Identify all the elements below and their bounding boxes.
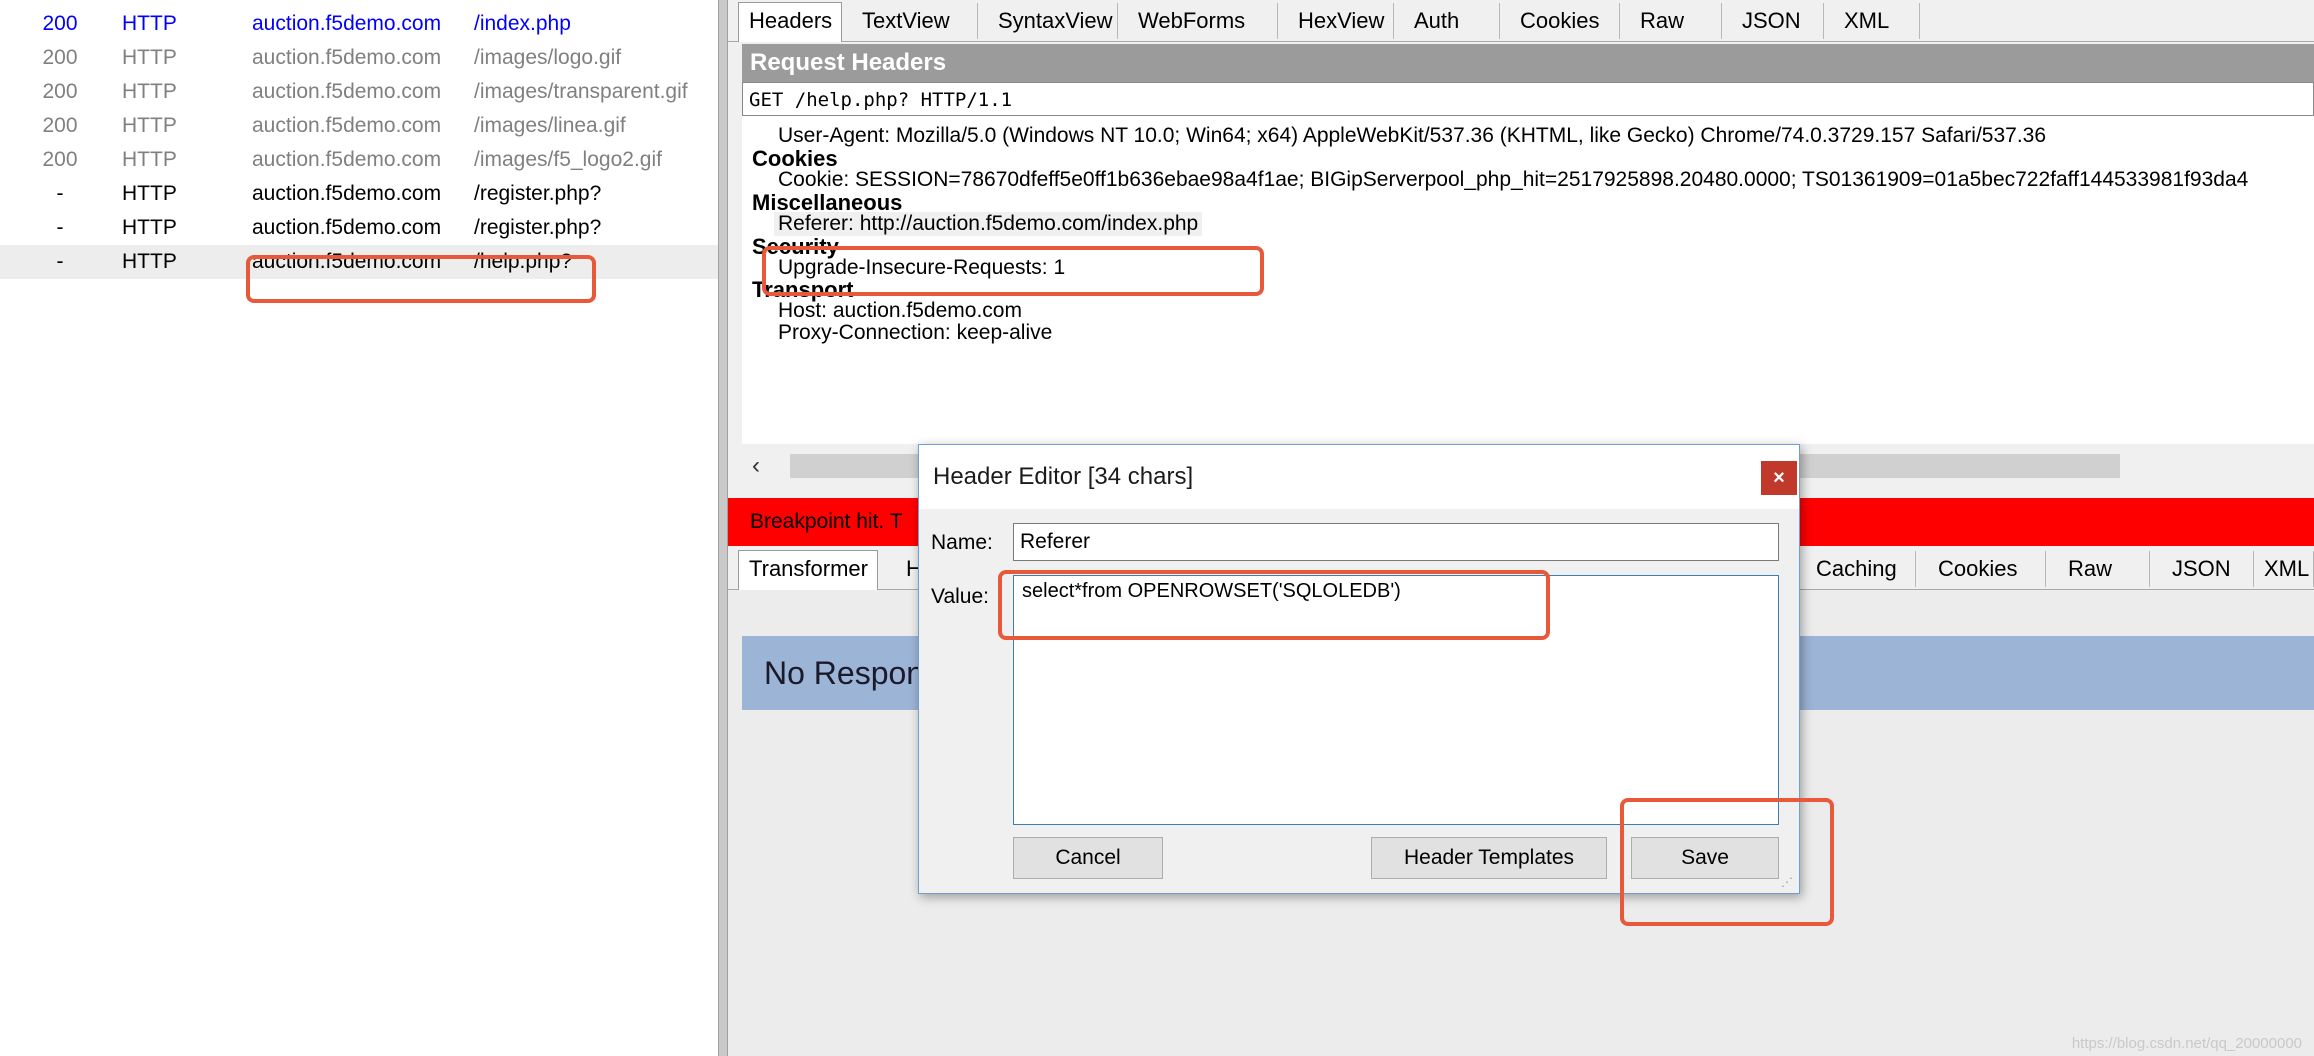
session-result: 200 — [42, 148, 78, 171]
name-label: Name: — [931, 531, 993, 554]
session-url: /register.php? — [474, 182, 602, 205]
request-headers-panel: Request Headers GET /help.php? HTTP/1.1 … — [742, 44, 2314, 444]
close-icon[interactable]: × — [1761, 461, 1797, 495]
session-protocol: HTTP — [122, 46, 177, 69]
session-row[interactable]: 200 HTTP auction.f5demo.com/index.php — [0, 7, 718, 41]
tab-textview[interactable]: TextView — [852, 3, 978, 39]
session-host: auction.f5demo.com — [252, 216, 442, 239]
session-host: auction.f5demo.com — [252, 12, 442, 35]
header-name-field[interactable]: Referer — [1013, 523, 1779, 561]
dialog-titlebar: Header Editor [34 chars] × — [919, 445, 1799, 509]
session-result: 200 — [42, 46, 78, 69]
tab-auth[interactable]: Auth — [1404, 3, 1500, 39]
request-tab-bar: Headers TextView SyntaxView WebForms HexView… — [728, 0, 2314, 42]
session-row[interactable]: 200 HTTP auction.f5demo.com/images/f5_logo… — [0, 143, 718, 177]
session-url: /images/logo.gif — [474, 46, 622, 69]
session-host: auction.f5demo.com — [252, 148, 442, 171]
session-host: auction.f5demo.com — [252, 80, 442, 103]
session-protocol: HTTP — [122, 80, 177, 103]
session-protocol: HTTP — [122, 148, 177, 171]
session-protocol: HTTP — [122, 182, 177, 205]
value-label: Value: — [931, 585, 989, 608]
scroll-left-arrow-icon[interactable]: ‹ — [742, 450, 770, 482]
session-result: 200 — [42, 80, 78, 103]
session-url: /images/linea.gif — [474, 114, 626, 137]
session-row[interactable]: 200 HTTP auction.f5demo.com/images/linea.g… — [0, 109, 718, 143]
session-result: - — [56, 216, 64, 239]
tab-xml[interactable]: XML — [1834, 3, 1920, 39]
session-host: auction.f5demo.com — [252, 46, 442, 69]
session-url: /index.php — [474, 12, 571, 35]
response-tab-cookies[interactable]: Cookies — [1928, 551, 2046, 587]
session-protocol: HTTP — [122, 216, 177, 239]
tab-json[interactable]: JSON — [1732, 3, 1824, 39]
cancel-button[interactable]: Cancel — [1013, 837, 1163, 879]
session-url: /images/f5_logo2.gif — [474, 148, 662, 171]
session-row[interactable]: - HTTP auction.f5demo.com/register.php? — [0, 211, 718, 245]
tab-webforms[interactable]: WebForms — [1128, 3, 1278, 39]
header-referer[interactable]: Referer: http://auction.f5demo.com/index… — [774, 212, 1203, 236]
header-cookie[interactable]: Cookie: SESSION=78670dfeff5e0ff1b636ebae… — [778, 168, 2248, 192]
session-host: auction.f5demo.com — [252, 114, 442, 137]
tab-headers[interactable]: Headers — [738, 2, 842, 42]
session-result: 200 — [42, 114, 78, 137]
request-headers-title: Request Headers — [742, 44, 2314, 82]
header-host[interactable]: Host: auction.f5demo.com — [778, 299, 1022, 323]
session-result: - — [56, 182, 64, 205]
dialog-title: Header Editor [34 chars] — [933, 463, 1194, 490]
pane-splitter[interactable] — [718, 0, 728, 1056]
watermark: https://blog.csdn.net/qq_20000000 — [2071, 1035, 2302, 1052]
response-tab-caching[interactable]: Caching — [1806, 551, 1916, 587]
annotation-help-row — [246, 255, 596, 303]
session-row[interactable]: - HTTP auction.f5demo.com/register.php? — [0, 177, 718, 211]
session-row[interactable]: 200 HTTP auction.f5demo.com/images/logo.gi… — [0, 41, 718, 75]
session-result: - — [56, 250, 64, 273]
session-host: auction.f5demo.com — [252, 182, 442, 205]
header-user-agent[interactable]: User-Agent: Mozilla/5.0 (Windows NT 10.0… — [778, 124, 2046, 148]
session-result: 200 — [42, 12, 78, 35]
tab-cookies[interactable]: Cookies — [1510, 3, 1620, 39]
response-tab-xml[interactable]: XML — [2254, 551, 2314, 587]
response-tab-json[interactable]: JSON — [2162, 551, 2254, 587]
session-list: 200 HTTP auction.f5demo.com/index.php 200 HT… — [0, 0, 718, 1056]
response-tab-transformer[interactable]: Transformer — [738, 550, 878, 590]
session-protocol: HTTP — [122, 250, 177, 273]
tab-raw[interactable]: Raw — [1630, 3, 1722, 39]
header-proxy-connection[interactable]: Proxy-Connection: keep-alive — [778, 321, 1052, 345]
tab-hexview[interactable]: HexView — [1288, 3, 1394, 39]
session-row[interactable]: 200 HTTP auction.f5demo.com/images/transpa… — [0, 75, 718, 109]
session-protocol: HTTP — [122, 114, 177, 137]
annotation-value — [998, 570, 1550, 640]
session-url: /images/transparent.gif — [474, 80, 688, 103]
annotation-referer — [762, 246, 1264, 296]
header-templates-button[interactable]: Header Templates — [1371, 837, 1607, 879]
annotation-save — [1620, 798, 1834, 926]
tab-syntaxview[interactable]: SyntaxView — [988, 3, 1118, 39]
session-url: /register.php? — [474, 216, 602, 239]
response-tab-raw[interactable]: Raw — [2058, 551, 2150, 587]
request-line[interactable]: GET /help.php? HTTP/1.1 — [742, 82, 2314, 116]
session-protocol: HTTP — [122, 12, 177, 35]
